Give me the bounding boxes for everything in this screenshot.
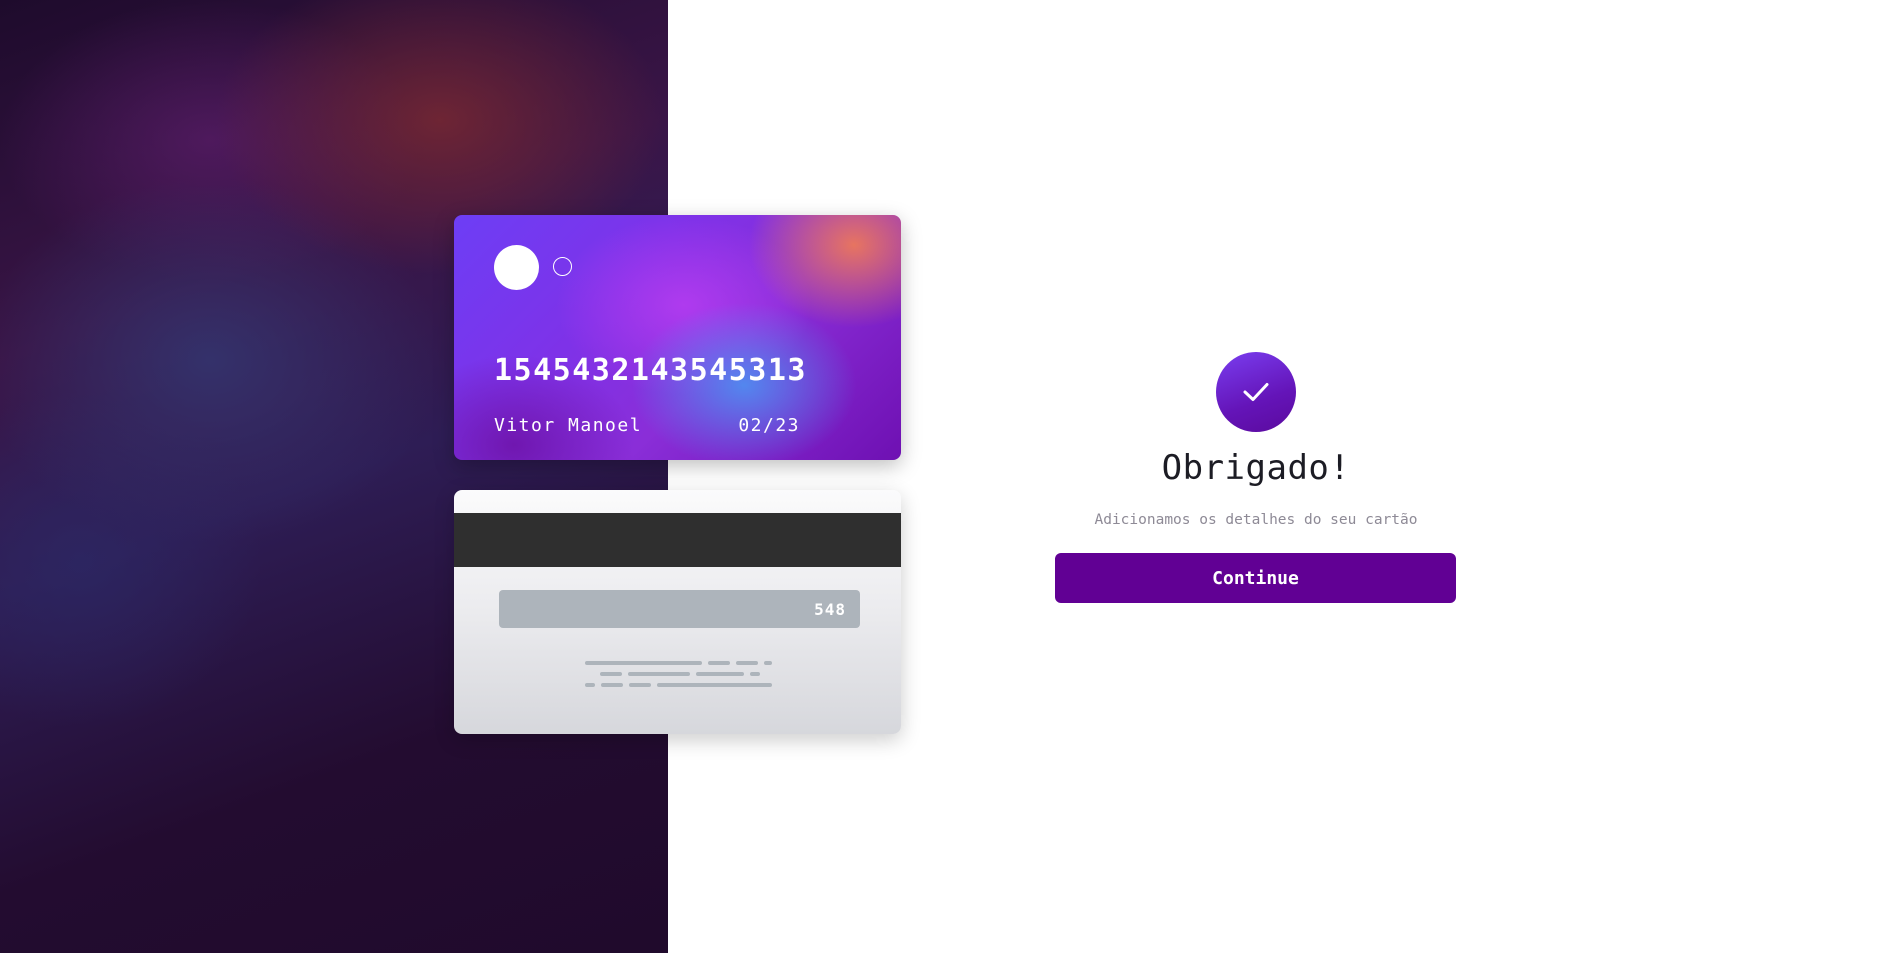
check-icon	[1243, 383, 1269, 401]
card-logo-outline-circle	[553, 257, 572, 276]
card-back-fine-print-lines	[585, 661, 772, 687]
page: 1545432143545313 Vitor Manoel 02/23 548	[0, 0, 1890, 953]
card-number: 1545432143545313	[494, 353, 807, 388]
continue-button[interactable]: Continue	[1055, 553, 1456, 603]
card-expiry-date: 02/23	[738, 415, 800, 436]
left-decorative-panel	[0, 0, 668, 953]
card-back: 548	[454, 490, 901, 734]
success-check-badge	[1216, 352, 1296, 432]
card-logo-filled-circle	[494, 245, 539, 290]
thanks-subtitle: Adicionamos os detalhes do seu cartão	[1094, 512, 1418, 528]
thanks-title: Obrigado!	[1161, 448, 1351, 488]
card-holder-name: Vitor Manoel	[494, 415, 643, 436]
card-front: 1545432143545313 Vitor Manoel 02/23	[454, 215, 901, 460]
